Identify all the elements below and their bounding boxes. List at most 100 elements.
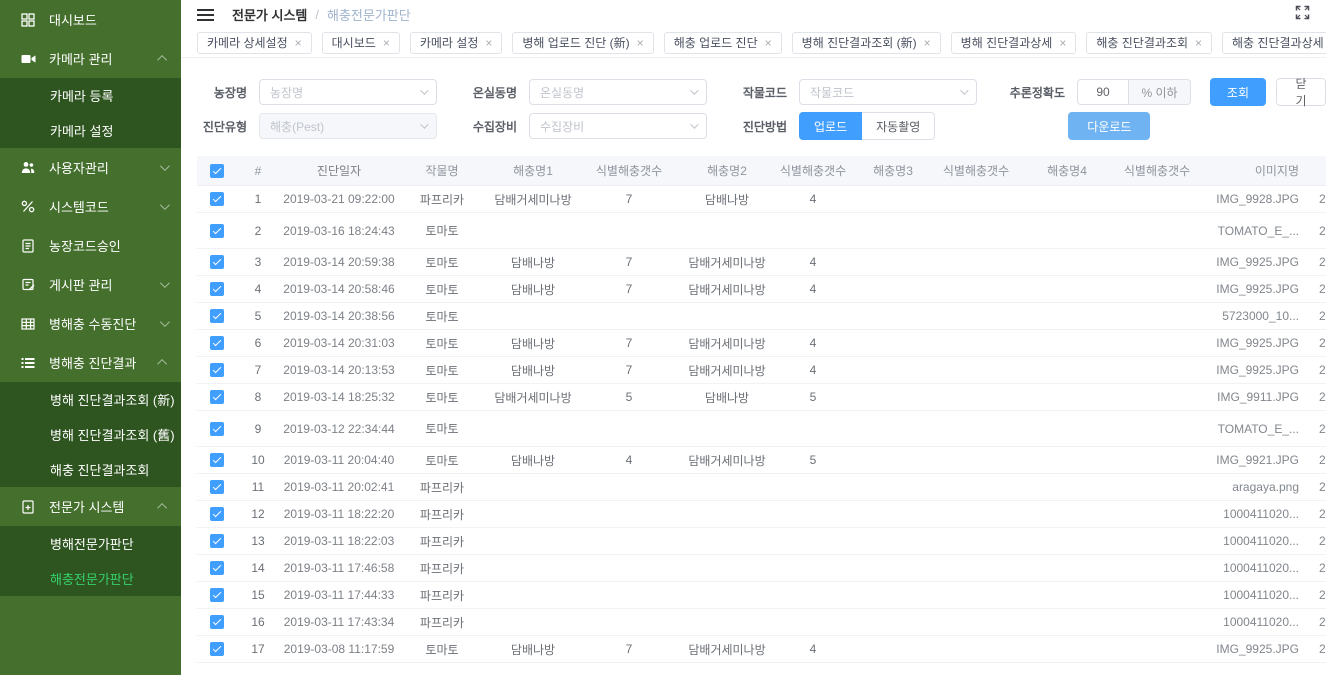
close-button[interactable]: 닫기 bbox=[1276, 78, 1326, 106]
sidebar-item-pest-expert-judgment[interactable]: 해충전문가판단 bbox=[0, 561, 181, 596]
diagnosis-type-select[interactable]: 해충(Pest) bbox=[259, 113, 437, 139]
row-checkbox[interactable] bbox=[210, 615, 224, 629]
tab-chip[interactable]: ● 병해 진단결과상세 × bbox=[951, 32, 1077, 54]
farm-name-label: 농장명 bbox=[197, 84, 247, 101]
results-table: # 진단일자 작물명 해충명1 식별해충갯수 해충명2 식별해충갯수 해충명3 … bbox=[181, 156, 1326, 675]
row-checkbox[interactable] bbox=[210, 255, 224, 269]
cell-diagnosis-date: 2019-03-14 20:58:46 bbox=[279, 282, 399, 296]
row-checkbox[interactable] bbox=[210, 561, 224, 575]
breadcrumb: 전문가 시스템 / 해충전문가판단 bbox=[232, 5, 411, 24]
sidebar-item-pest-results[interactable]: 해충 진단결과조회 bbox=[0, 452, 181, 487]
cell-crop-name: 파프리카 bbox=[399, 506, 485, 523]
table-row: 9 2019-03-12 22:34:44 토마토 TOMATO_E_... bbox=[197, 411, 1326, 447]
chevron-down-icon bbox=[690, 86, 698, 94]
cell-image-name: IMG_9925.JPG bbox=[1195, 642, 1299, 656]
row-checkbox[interactable] bbox=[210, 363, 224, 377]
sidebar-item-disease-results-old[interactable]: 병해 진단결과조회 (舊) bbox=[0, 417, 181, 452]
dashboard-icon bbox=[20, 13, 36, 27]
col-header-index: # bbox=[237, 164, 279, 178]
row-checkbox[interactable] bbox=[210, 309, 224, 323]
tab-chip[interactable]: ● 카메라 상세설정 × bbox=[197, 32, 312, 54]
table-row: 12 2019-03-11 18:22:20 파프리카 1000411020 bbox=[197, 501, 1326, 528]
cell-pest2: 담배나방 bbox=[677, 389, 777, 406]
fullscreen-expand-icon[interactable] bbox=[1295, 5, 1310, 23]
method-auto-button[interactable]: 자동촬영 bbox=[862, 112, 935, 140]
sidebar-item-farm-code-approval[interactable]: 농장코드승인 bbox=[0, 226, 181, 265]
sidebar-item-manual-diagnosis[interactable]: 병해충 수동진단 bbox=[0, 304, 181, 343]
cell-pest2-count: 4 bbox=[777, 192, 849, 206]
row-checkbox[interactable] bbox=[210, 282, 224, 296]
chevron-up-icon bbox=[157, 503, 167, 513]
cell-pest1: 담배나방 bbox=[485, 254, 581, 271]
close-icon[interactable]: × bbox=[383, 37, 390, 49]
cell-pest2-count: 4 bbox=[777, 336, 849, 350]
tab-chip-label: 카메라 상세설정 bbox=[207, 34, 288, 51]
sidebar-item-disease-expert-judgment[interactable]: 병해전문가판단 bbox=[0, 526, 181, 561]
tab-chip[interactable]: ● 병해 진단결과조회 (新) × bbox=[792, 32, 941, 54]
cell-pest1-count: 4 bbox=[581, 453, 677, 467]
hamburger-menu-icon[interactable] bbox=[197, 6, 215, 24]
chevron-up-icon bbox=[157, 55, 167, 65]
sidebar-item-diagnosis-results[interactable]: 병해충 진단결과 bbox=[0, 343, 181, 382]
tab-chip[interactable]: ● 해충 진단결과상세 × bbox=[1222, 32, 1326, 54]
sidebar-item-system-code[interactable]: 시스템코드 bbox=[0, 187, 181, 226]
cell-clipped-date: 2019 bbox=[1299, 309, 1326, 323]
cell-image-name: 1000411020... bbox=[1195, 534, 1299, 548]
cell-diagnosis-date: 2019-03-12 22:34:44 bbox=[279, 422, 399, 436]
sidebar-item-camera-register[interactable]: 카메라 등록 bbox=[0, 78, 181, 113]
sidebar-item-camera-management[interactable]: 카메라 관리 bbox=[0, 39, 181, 78]
row-checkbox[interactable] bbox=[210, 588, 224, 602]
select-all-checkbox[interactable] bbox=[210, 164, 224, 178]
cell-pest2: 담배거세미나방 bbox=[677, 254, 777, 271]
row-checkbox[interactable] bbox=[210, 224, 224, 238]
close-icon[interactable]: × bbox=[1195, 37, 1202, 49]
sidebar-item-label: 농장코드승인 bbox=[49, 236, 121, 255]
row-checkbox[interactable] bbox=[210, 480, 224, 494]
method-upload-button[interactable]: 업로드 bbox=[799, 112, 862, 140]
sidebar-item-disease-results-new[interactable]: 병해 진단결과조회 (新) bbox=[0, 382, 181, 417]
sidebar-item-board-management[interactable]: 게시판 관리 bbox=[0, 265, 181, 304]
row-checkbox[interactable] bbox=[210, 422, 224, 436]
accuracy-suffix: % 이하 bbox=[1129, 79, 1191, 105]
row-checkbox[interactable] bbox=[210, 192, 224, 206]
row-checkbox[interactable] bbox=[210, 453, 224, 467]
sidebar-item-expert-system[interactable]: 전문가 시스템 bbox=[0, 487, 181, 526]
sidebar-item-camera-settings[interactable]: 카메라 설정 bbox=[0, 113, 181, 148]
close-icon[interactable]: × bbox=[765, 37, 772, 49]
tab-chip[interactable]: ● 병해 업로드 진단 (新) × bbox=[512, 32, 653, 54]
row-checkbox[interactable] bbox=[210, 642, 224, 656]
cell-image-name: IMG_9925.JPG bbox=[1195, 363, 1299, 377]
device-select[interactable]: 수집장비 bbox=[529, 113, 707, 139]
row-checkbox[interactable] bbox=[210, 390, 224, 404]
sidebar-item-dashboard[interactable]: 대시보드 bbox=[0, 0, 181, 39]
cell-clipped-date: 2019 bbox=[1299, 480, 1326, 494]
close-icon[interactable]: × bbox=[1059, 37, 1066, 49]
search-button[interactable]: 조회 bbox=[1210, 78, 1266, 106]
table-row: 8 2019-03-14 18:25:32 토마토 담배거세미나방 5 담배나방… bbox=[197, 384, 1326, 411]
greenhouse-select[interactable]: 온실동명 bbox=[529, 79, 707, 105]
open-tabs-bar: ● 카메라 상세설정 × ● 대시보드 × ● 카메라 설정 × ● bbox=[181, 28, 1326, 58]
accuracy-input[interactable] bbox=[1077, 79, 1129, 105]
row-checkbox[interactable] bbox=[210, 507, 224, 521]
sidebar-item-user-management[interactable]: 사용자관리 bbox=[0, 148, 181, 187]
breadcrumb-root[interactable]: 전문가 시스템 bbox=[232, 5, 307, 24]
sidebar-item-label: 게시판 관리 bbox=[49, 275, 112, 294]
close-icon[interactable]: × bbox=[485, 37, 492, 49]
close-icon[interactable]: × bbox=[637, 37, 644, 49]
tab-chip[interactable]: ● 대시보드 × bbox=[322, 32, 400, 54]
cell-pest1: 담배나방 bbox=[485, 335, 581, 352]
download-button[interactable]: 다운로드 bbox=[1068, 112, 1150, 140]
close-icon[interactable]: × bbox=[295, 37, 302, 49]
farm-name-select[interactable]: 농장명 bbox=[259, 79, 437, 105]
tab-chip[interactable]: ● 해충 업로드 진단 × bbox=[664, 32, 782, 54]
sidebar-item-label: 시스템코드 bbox=[49, 197, 109, 216]
crop-code-select[interactable]: 작물코드 bbox=[799, 79, 977, 105]
close-icon[interactable]: × bbox=[924, 37, 931, 49]
row-checkbox[interactable] bbox=[210, 534, 224, 548]
tab-chip[interactable]: ● 해충 진단결과조회 × bbox=[1086, 32, 1212, 54]
tab-chip[interactable]: ● 카메라 설정 × bbox=[410, 32, 503, 54]
cell-pest2-count: 4 bbox=[777, 363, 849, 377]
cell-clipped-date: 2019 bbox=[1299, 615, 1326, 629]
col-header-pest2-count: 식별해충갯수 bbox=[777, 162, 849, 179]
row-checkbox[interactable] bbox=[210, 336, 224, 350]
